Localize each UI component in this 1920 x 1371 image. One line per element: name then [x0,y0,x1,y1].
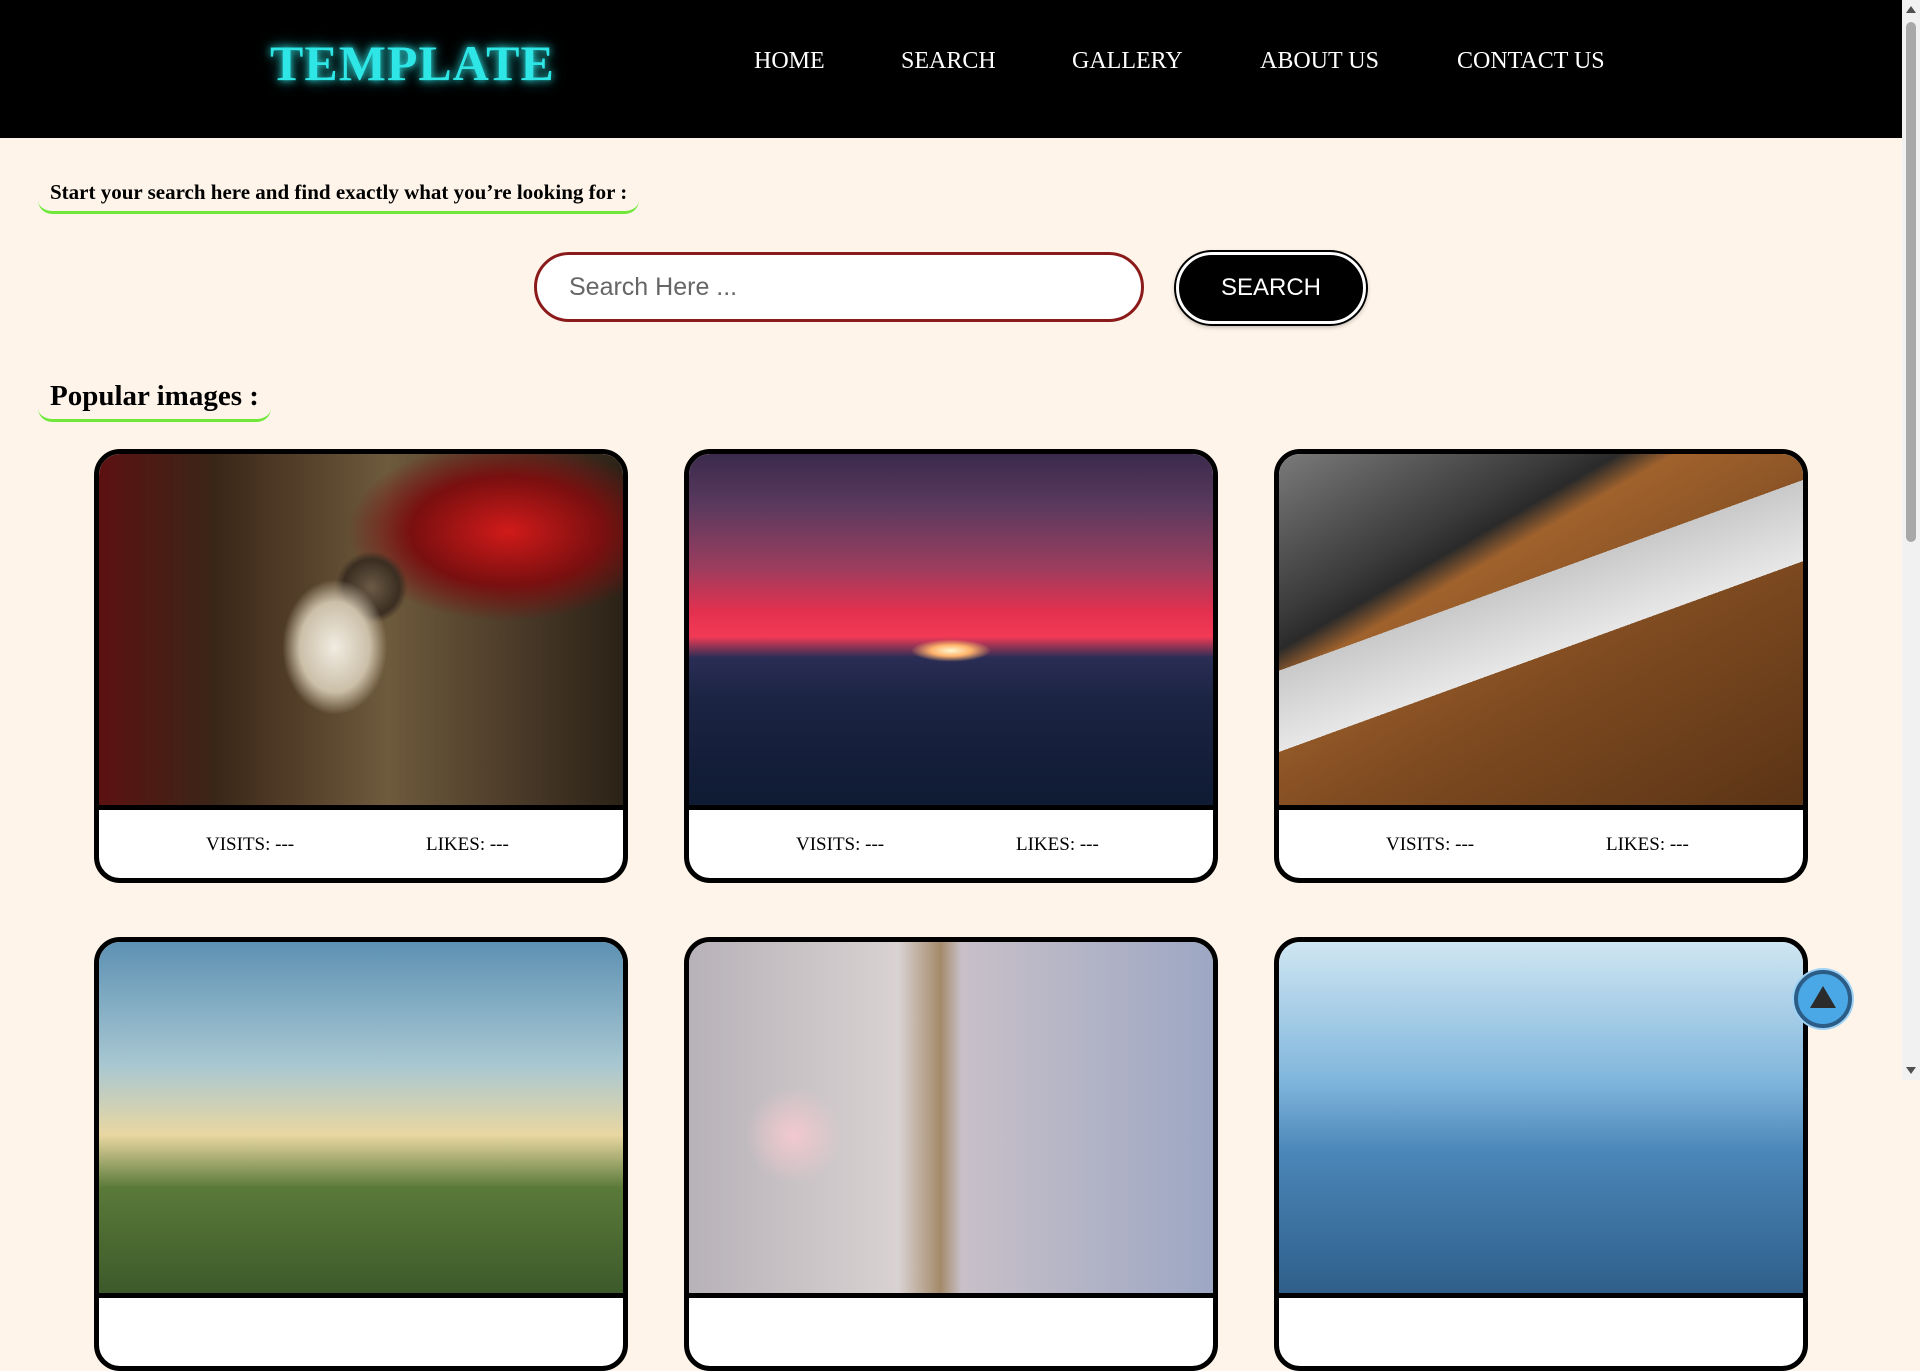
search-button[interactable]: SEARCH [1176,252,1366,324]
scroll-down-arrow-icon[interactable] [1906,1067,1916,1074]
back-to-top-button[interactable] [1794,970,1852,1028]
card-stats: VISITS: --- LIKES: --- [689,810,1213,878]
visits-count: VISITS: --- [1386,834,1475,855]
cat-photo[interactable] [99,454,623,810]
card-stats: VISITS: --- LIKES: --- [99,810,623,878]
likes-count: LIKES: --- [426,834,509,855]
image-card[interactable] [684,937,1218,1371]
vertical-scrollbar[interactable] [1902,0,1920,1080]
mountain-lake-photo[interactable] [1279,942,1803,1298]
scroll-up-arrow-icon[interactable] [1906,6,1916,13]
scrollbar-thumb[interactable] [1906,22,1916,542]
visits-count: VISITS: --- [796,834,885,855]
desk-laptop-photo[interactable] [1279,454,1803,810]
nav-search[interactable]: SEARCH [901,48,996,75]
search-prompt-heading: Start your search here and find exactly … [38,180,640,214]
image-card[interactable] [94,937,628,1371]
visits-count: VISITS: --- [206,834,295,855]
image-card[interactable]: VISITS: --- LIKES: --- [1274,449,1808,883]
nav-home[interactable]: HOME [754,48,825,75]
site-logo[interactable]: TEMPLATE [270,34,555,92]
likes-count: LIKES: --- [1606,834,1689,855]
dessert-photo[interactable] [689,942,1213,1298]
nav-gallery[interactable]: GALLERY [1072,48,1183,75]
card-stats: VISITS: --- LIKES: --- [1279,810,1803,878]
coastal-cliff-photo[interactable] [99,942,623,1298]
search-input[interactable] [534,252,1144,322]
sunset-photo[interactable] [689,454,1213,810]
image-card[interactable] [1274,937,1808,1371]
likes-count: LIKES: --- [1016,834,1099,855]
popular-images-heading: Popular images : [38,380,271,422]
triangle-up-icon [1810,986,1836,1008]
nav-contact-us[interactable]: CONTACT US [1457,48,1605,75]
site-header: TEMPLATE HOME SEARCH GALLERY ABOUT US CO… [0,0,1902,138]
image-card[interactable]: VISITS: --- LIKES: --- [94,449,628,883]
nav-about-us[interactable]: ABOUT US [1260,48,1379,75]
image-card[interactable]: VISITS: --- LIKES: --- [684,449,1218,883]
